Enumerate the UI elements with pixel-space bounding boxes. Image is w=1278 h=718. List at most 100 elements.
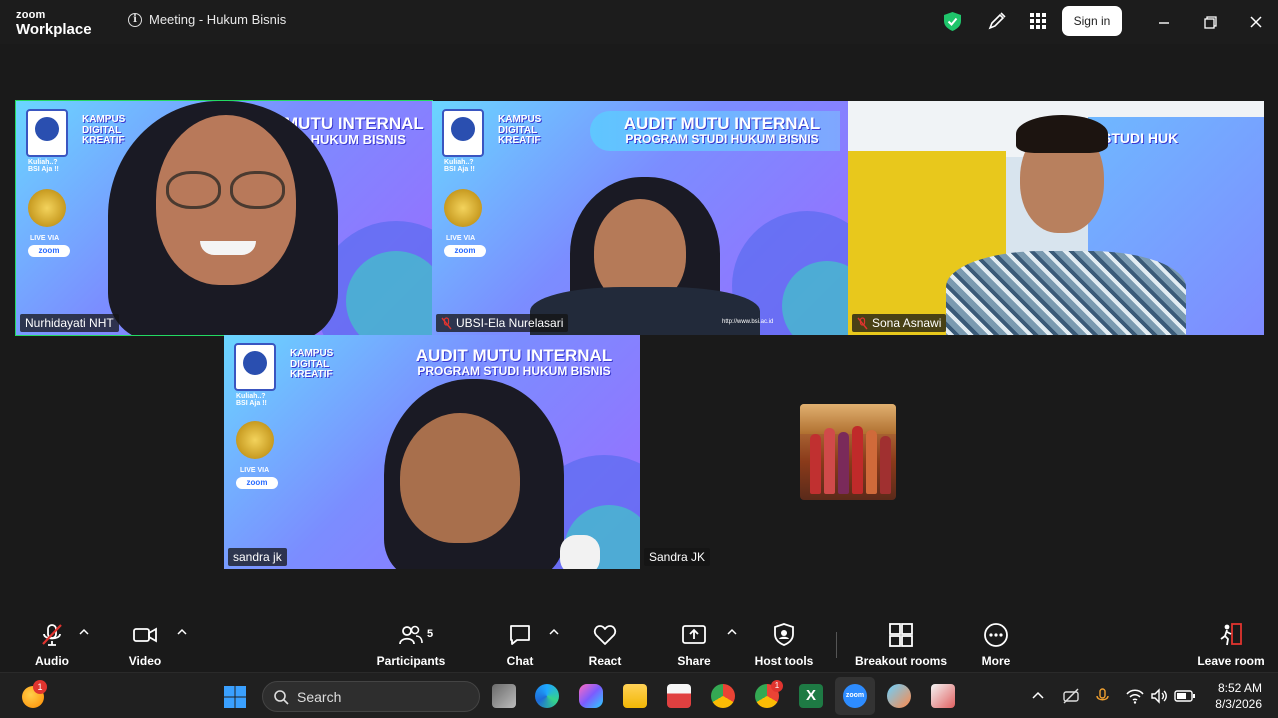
- excel-icon[interactable]: X: [799, 684, 823, 708]
- video-tile-ela-nurelasari[interactable]: KAMPUS DIGITAL KREATIF Kuliah..? BSI Aja…: [432, 101, 848, 335]
- annotate-pen-icon[interactable]: [987, 11, 1007, 31]
- close-icon[interactable]: [1246, 12, 1266, 32]
- profile-avatar: [800, 404, 896, 500]
- zoom-taskbar-icon[interactable]: zoom: [843, 684, 867, 708]
- share-options-chevron-icon[interactable]: [727, 628, 737, 636]
- video-options-chevron-icon[interactable]: [177, 628, 187, 636]
- kuliah-label: Kuliah..?: [28, 159, 58, 166]
- host-shield-icon: [774, 623, 794, 646]
- encryption-shield-icon[interactable]: [944, 12, 961, 31]
- windows-taskbar: 1 Search 1 X zoom 8:52 AM 8/3/2026: [0, 672, 1278, 718]
- system-clock[interactable]: 8:52 AM 8/3/2026: [1206, 680, 1262, 712]
- kreatif-label: KREATIF: [290, 369, 333, 380]
- nametag: Nurhidayati NHT: [20, 314, 119, 332]
- leave-room-label: Leave room: [1197, 654, 1265, 668]
- participant-shirt: [946, 251, 1186, 335]
- university-logo: [442, 109, 484, 157]
- info-icon[interactable]: i: [128, 12, 142, 27]
- apps-grid-icon[interactable]: [1028, 11, 1048, 31]
- bsi-aja-label: BSI Aja !!: [444, 166, 475, 174]
- share-button[interactable]: Share: [674, 622, 714, 668]
- volume-icon[interactable]: [1150, 687, 1168, 705]
- sign-in-button[interactable]: Sign in: [1062, 6, 1122, 36]
- audio-options-chevron-icon[interactable]: [79, 628, 89, 636]
- kuliah-text: Kuliah..? BSI Aja !!: [444, 159, 475, 174]
- file-explorer-icon[interactable]: [623, 684, 647, 708]
- banner-line1: AUDIT MUTU INTERNAL: [623, 114, 821, 133]
- weather-badge: 1: [33, 680, 47, 694]
- banner-line1: MUTU INTERNAL: [284, 114, 424, 133]
- kuliah-text: Kuliah..? BSI Aja !!: [28, 159, 59, 174]
- chat-button[interactable]: Chat: [502, 622, 538, 668]
- bsi-aja-label: BSI Aja !!: [236, 400, 267, 408]
- more-label: More: [981, 654, 1011, 668]
- host-tools-label: Host tools: [754, 654, 814, 668]
- zoom-badge: zoom: [444, 245, 486, 257]
- participants-button[interactable]: Participants: [374, 622, 448, 668]
- breakout-rooms-button[interactable]: Breakout rooms: [854, 622, 948, 668]
- chat-bubble-icon: [510, 625, 530, 645]
- microsoft-store-icon[interactable]: [667, 684, 691, 708]
- chrome-badge: 1: [771, 680, 783, 692]
- show-hidden-icons-chevron-icon[interactable]: [1032, 691, 1044, 699]
- audio-button[interactable]: Audio: [30, 622, 74, 668]
- avatar-figure: [866, 430, 877, 494]
- heart-icon: [593, 625, 617, 645]
- camera-off-icon[interactable]: [1062, 687, 1080, 705]
- kuliah-text: Kuliah..? BSI Aja !!: [236, 393, 267, 408]
- taskbar-search-box[interactable]: Search: [262, 681, 480, 712]
- accreditation-medal: [236, 421, 274, 459]
- white-object: [560, 535, 600, 569]
- video-tile-sona-asnawi[interactable]: STUDI HUK Sona Asnawi: [848, 101, 1264, 335]
- chat-options-chevron-icon[interactable]: [549, 628, 559, 636]
- react-button[interactable]: React: [584, 622, 626, 668]
- host-tools-button[interactable]: Host tools: [752, 622, 816, 668]
- chrome-icon[interactable]: [711, 684, 735, 708]
- copilot-icon[interactable]: [579, 684, 603, 708]
- bsi-url: http://www.bsi.ac.id: [722, 319, 774, 325]
- restore-icon[interactable]: [1200, 12, 1220, 32]
- participants-icon: [399, 625, 423, 645]
- avatar-figure: [852, 426, 863, 494]
- react-label: React: [588, 654, 622, 668]
- nametag: sandra jk: [228, 548, 287, 566]
- video-gallery: KAMPUS DIGITAL KREATIF Kuliah..? BSI Aja…: [0, 44, 1278, 614]
- kuliah-label: Kuliah..?: [444, 159, 474, 166]
- live-via-label: LIVE VIA: [240, 467, 270, 474]
- avatar-figure: [810, 434, 821, 494]
- minimize-icon[interactable]: [1154, 12, 1174, 32]
- search-icon: [274, 689, 289, 705]
- snipping-tool-icon[interactable]: [931, 684, 955, 708]
- more-button[interactable]: More: [976, 622, 1016, 668]
- clock-date: 8/3/2026: [1215, 697, 1262, 711]
- video-tile-nurhidayati[interactable]: KAMPUS DIGITAL KREATIF Kuliah..? BSI Aja…: [15, 100, 433, 336]
- video-label: Video: [128, 654, 162, 668]
- avatar-backdrop: [800, 404, 896, 434]
- leave-room-button[interactable]: Leave room: [1196, 622, 1266, 668]
- nametag: Sona Asnawi: [852, 314, 947, 332]
- toolbar-divider: [836, 632, 837, 658]
- paint-icon[interactable]: [887, 684, 911, 708]
- accreditation-medal: [444, 189, 482, 227]
- meeting-info[interactable]: i Meeting - Hukum Bisnis: [128, 12, 286, 27]
- battery-icon[interactable]: [1174, 689, 1196, 703]
- participant-name: Sandra JK: [649, 550, 706, 564]
- mic-in-use-icon[interactable]: [1094, 687, 1112, 705]
- banner-title: AUDIT MUTU INTERNAL PROGRAM STUDI HUKUM …: [394, 347, 634, 377]
- video-button[interactable]: Video: [122, 622, 168, 668]
- search-placeholder: Search: [297, 688, 342, 705]
- edge-browser-icon[interactable]: [535, 684, 559, 708]
- nametag: Sandra JK: [644, 548, 711, 566]
- participant-name: sandra jk: [233, 550, 282, 564]
- participants-label: Participants: [376, 654, 446, 668]
- kampus-label: KAMPUS: [82, 114, 126, 125]
- live-via-label: LIVE VIA: [30, 235, 60, 242]
- wifi-icon[interactable]: [1126, 687, 1144, 705]
- avatar-figure: [824, 428, 835, 494]
- video-tile-sandra-jk[interactable]: KAMPUS DIGITAL KREATIF Kuliah..? BSI Aja…: [224, 335, 640, 569]
- avatar-figure: [838, 432, 849, 494]
- windows-start-icon[interactable]: [223, 685, 247, 709]
- muted-mic-icon: [42, 624, 62, 646]
- task-view-icon[interactable]: [492, 684, 516, 708]
- logo-small-text: zoom: [16, 9, 46, 21]
